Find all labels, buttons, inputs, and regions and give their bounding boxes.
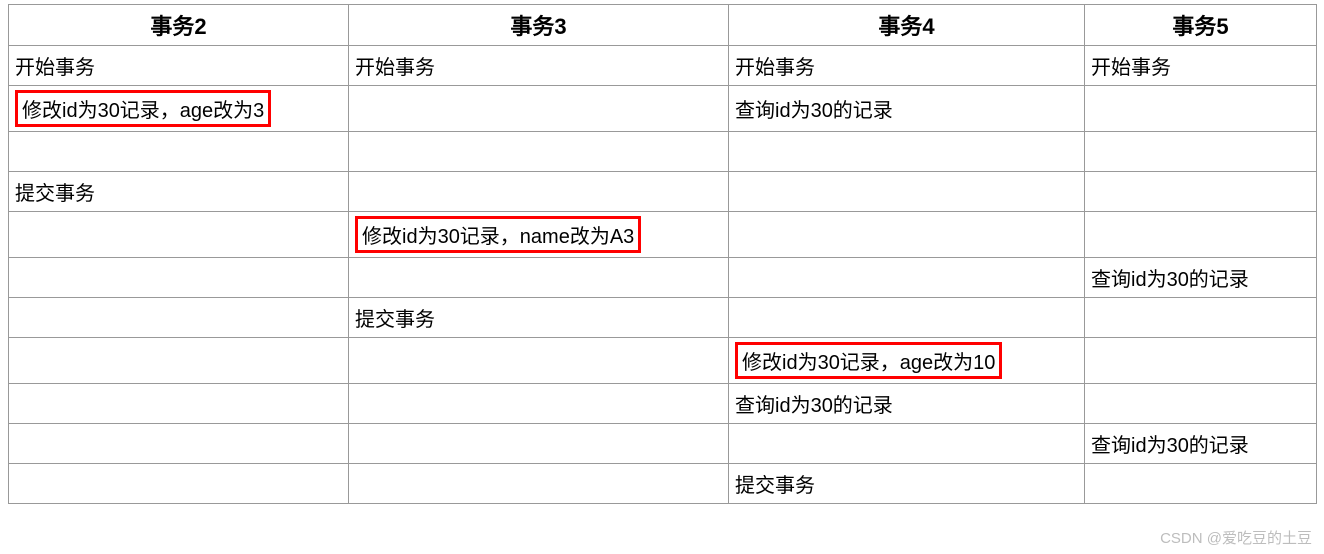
- col-header: 事务2: [9, 5, 349, 46]
- table-row: 提交事务: [9, 172, 1317, 212]
- table-cell: [9, 132, 349, 172]
- table-cell: [349, 424, 729, 464]
- col-header: 事务4: [729, 5, 1085, 46]
- table-cell: [349, 338, 729, 384]
- table-cell: 查询id为30的记录: [729, 384, 1085, 424]
- table-cell: [729, 172, 1085, 212]
- table-cell: [1085, 338, 1317, 384]
- table-cell: [729, 424, 1085, 464]
- highlighted-text: 修改id为30记录，name改为A3: [355, 216, 641, 253]
- table-cell: [1085, 86, 1317, 132]
- table-cell: [1085, 212, 1317, 258]
- table-cell: [729, 258, 1085, 298]
- table-cell: 开始事务: [729, 46, 1085, 86]
- table-cell: [729, 212, 1085, 258]
- table-cell: [349, 86, 729, 132]
- table-cell: [349, 384, 729, 424]
- table-row: 提交事务: [9, 298, 1317, 338]
- table-row: 提交事务: [9, 464, 1317, 504]
- table-cell: [729, 298, 1085, 338]
- table-cell: 开始事务: [1085, 46, 1317, 86]
- col-header: 事务5: [1085, 5, 1317, 46]
- table-cell: [349, 172, 729, 212]
- table-cell: [9, 384, 349, 424]
- table-cell: 提交事务: [729, 464, 1085, 504]
- table-cell: 查询id为30的记录: [729, 86, 1085, 132]
- table-cell: 开始事务: [9, 46, 349, 86]
- table-cell: 查询id为30的记录: [1085, 258, 1317, 298]
- table-row: 修改id为30记录，age改为3 查询id为30的记录: [9, 86, 1317, 132]
- table-cell: 修改id为30记录，name改为A3: [349, 212, 729, 258]
- table-row: 查询id为30的记录: [9, 384, 1317, 424]
- table-cell: 提交事务: [349, 298, 729, 338]
- highlighted-text: 修改id为30记录，age改为10: [735, 342, 1002, 379]
- watermark: CSDN @爱吃豆的土豆: [1160, 527, 1312, 548]
- transactions-table: 事务2 事务3 事务4 事务5 开始事务开始事务开始事务开始事务修改id为30记…: [8, 4, 1317, 504]
- table-cell: [349, 132, 729, 172]
- table-cell: [9, 424, 349, 464]
- table-cell: [1085, 172, 1317, 212]
- table-cell: [729, 132, 1085, 172]
- table-cell: [1085, 464, 1317, 504]
- table-cell: [1085, 132, 1317, 172]
- highlighted-text: 修改id为30记录，age改为3: [15, 90, 271, 127]
- table-row: 查询id为30的记录: [9, 424, 1317, 464]
- table-cell: [9, 298, 349, 338]
- table-cell: 开始事务: [349, 46, 729, 86]
- table-cell: 提交事务: [9, 172, 349, 212]
- col-header: 事务3: [349, 5, 729, 46]
- table-row: 查询id为30的记录: [9, 258, 1317, 298]
- table-row: 修改id为30记录，age改为10: [9, 338, 1317, 384]
- table-cell: [1085, 384, 1317, 424]
- table-row: 开始事务开始事务开始事务开始事务: [9, 46, 1317, 86]
- table-cell: [9, 212, 349, 258]
- table-header-row: 事务2 事务3 事务4 事务5: [9, 5, 1317, 46]
- table-row: [9, 132, 1317, 172]
- table-cell: [9, 258, 349, 298]
- table-cell: [9, 464, 349, 504]
- table-cell: [349, 464, 729, 504]
- table-cell: 查询id为30的记录: [1085, 424, 1317, 464]
- table-cell: 修改id为30记录，age改为10: [729, 338, 1085, 384]
- table-cell: 修改id为30记录，age改为3: [9, 86, 349, 132]
- table-cell: [349, 258, 729, 298]
- table-row: 修改id为30记录，name改为A3: [9, 212, 1317, 258]
- table-cell: [9, 338, 349, 384]
- table-cell: [1085, 298, 1317, 338]
